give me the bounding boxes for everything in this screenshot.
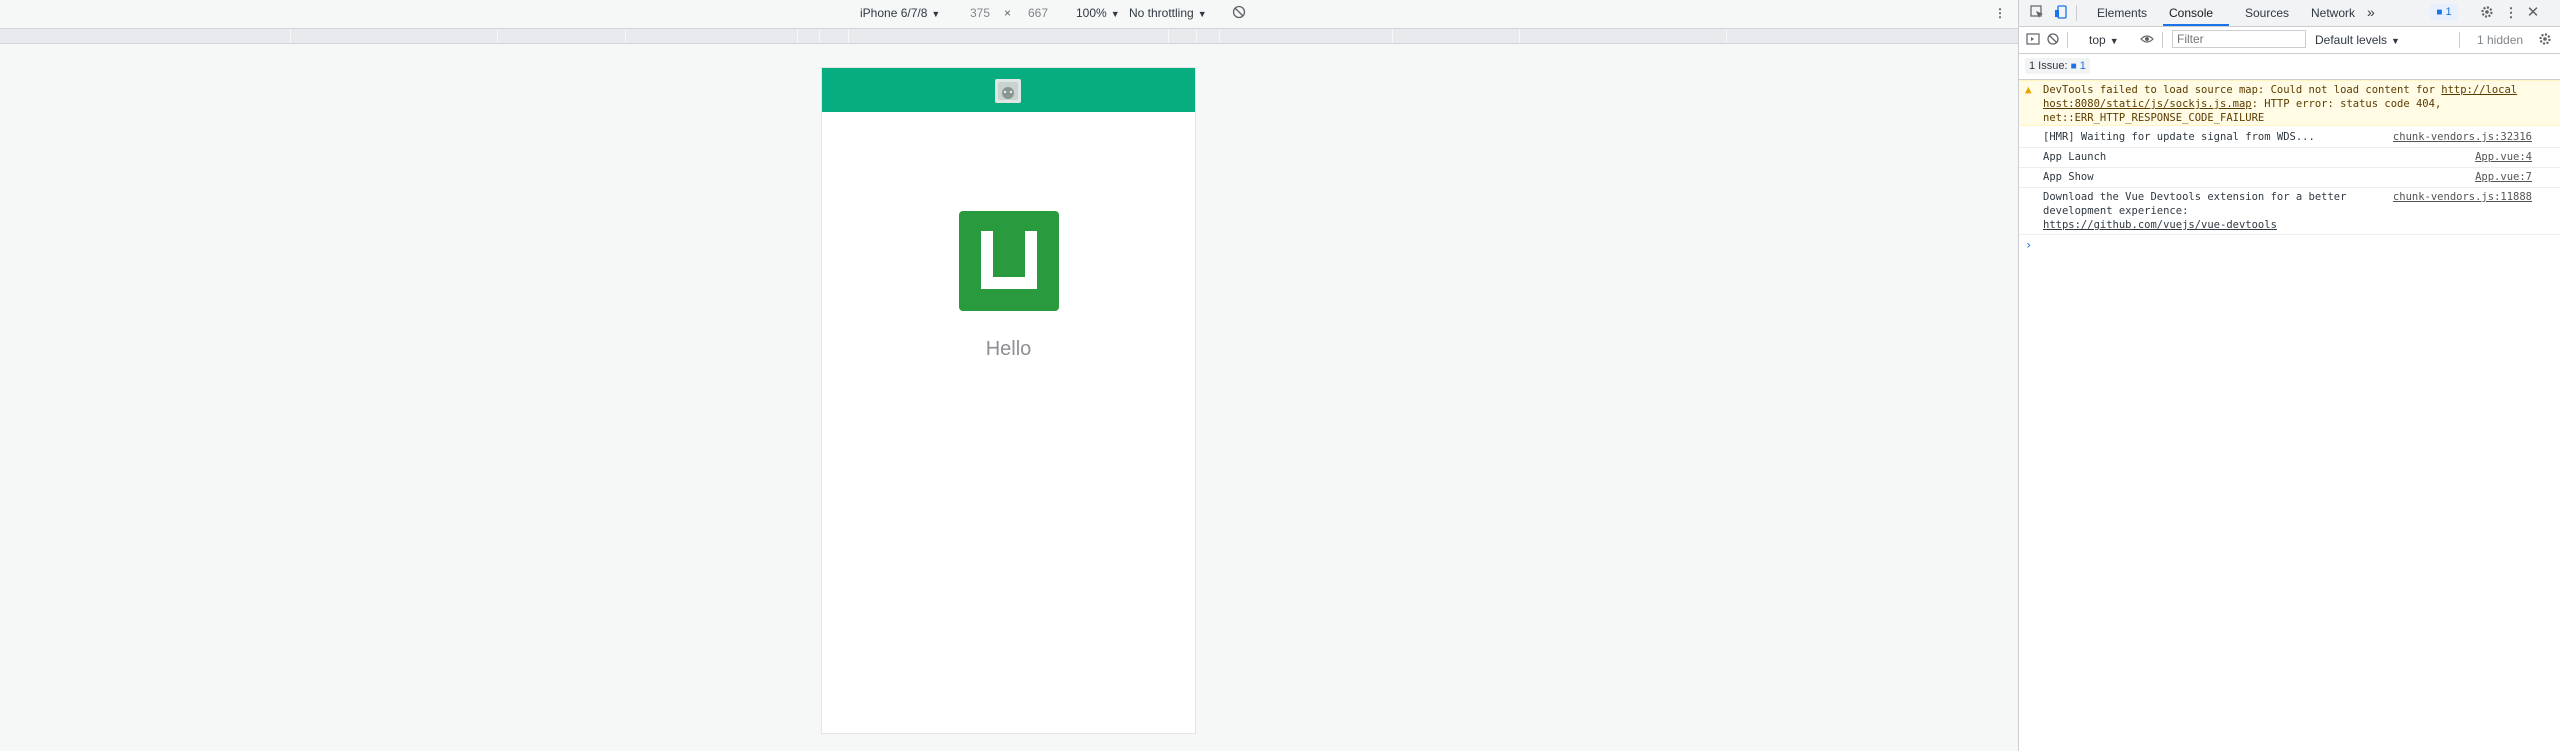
issues-badge-count: 1 [2445,6,2452,18]
context-select[interactable]: top ▼ [2089,33,2119,47]
log-source-link[interactable]: App.vue:7 [2475,170,2532,184]
log-text: Download the Vue Devtools extension for … [2043,190,2373,232]
settings-gear-icon[interactable] [2479,5,2495,21]
console-toolbar: top▼ Default levels▼ 1 hidden [2019,27,2560,54]
console-prompt[interactable]: › [2025,238,2032,252]
customize-more-icon[interactable]: ⋮ [2503,5,2519,21]
tab-elements[interactable]: Elements [2097,6,2147,20]
throttling-select[interactable]: No throttling ▼ [1129,6,1207,20]
chevron-down-icon: ▼ [1197,9,1207,19]
zoom-label: 100% [1076,6,1107,20]
chevron-down-icon: ▼ [2109,36,2119,46]
toolbar-more-icon[interactable]: ⋮ [1994,6,2006,20]
vue-devtools-link[interactable]: https://github.com/vuejs/vue-devtools [2043,219,2277,231]
clear-console-icon[interactable] [2045,32,2061,48]
console-log-message: App Show App.vue:7 [2019,168,2560,188]
warning-line-2: : HTTP error: status code 404, [2251,98,2442,110]
issues-link-label: 1 Issue: [2029,60,2068,72]
live-expression-eye-icon[interactable] [2139,32,2155,48]
active-tab-indicator [2163,24,2229,26]
warning-icon: ▲ [2025,83,2032,96]
warning-text: DevTools failed to load source map: Coul… [2043,83,2541,125]
source-map-link[interactable]: http://local [2441,84,2517,96]
chevron-down-icon: ▼ [1110,9,1120,19]
hello-text: Hello [985,338,1032,360]
devtools-tab-bar: Elements Console Sources Network » ■ 1 ⋮… [2019,0,2560,27]
log-levels-label: Default levels [2315,33,2388,47]
warning-line-1: DevTools failed to load source map: Coul… [2043,84,2442,96]
message-icon: ■ [2070,61,2077,72]
app-nav-bar [822,68,1195,112]
throttling-label: No throttling [1129,6,1194,20]
log-text: App Show [2043,171,2094,183]
log-levels-select[interactable]: Default levels ▼ [2315,33,2400,47]
rotate-icon[interactable] [1232,5,1246,22]
context-select-label: top [2089,33,2106,47]
tab-sources[interactable]: Sources [2245,6,2289,20]
inspect-element-icon[interactable] [2029,5,2045,21]
hidden-count: 1 hidden [2477,33,2524,47]
log-source-link[interactable]: App.vue:4 [2475,150,2532,164]
tab-network[interactable]: Network [2311,6,2355,20]
console-log-message: Download the Vue Devtools extension for … [2019,188,2560,235]
chevron-down-icon: ▼ [931,9,941,19]
log-source-link[interactable]: chunk-vendors.js:11888 [2393,190,2532,204]
close-devtools-icon[interactable]: ✕ [2525,5,2541,21]
device-toolbar-toggle-icon[interactable] [2053,5,2069,21]
device-select-label: iPhone 6/7/8 [860,6,928,20]
issues-bar: 1 Issue: ■ 1 [2019,54,2560,80]
height-input[interactable]: 667 [1014,4,1062,23]
dimension-separator: × [1004,6,1012,20]
log-source-link[interactable]: chunk-vendors.js:32316 [2393,130,2532,144]
phone-viewport: Hello [821,67,1196,734]
log-text: App Launch [2043,151,2107,163]
console-settings-gear-icon[interactable] [2537,32,2553,48]
device-toolbar: iPhone 6/7/8 ▼ 375 × 667 100% ▼ No throttl… [0,0,2018,27]
app-logo-icon [959,211,1059,311]
log-text: [HMR] Waiting for update signal from WDS… [2043,131,2315,143]
chevron-down-icon: ▼ [2391,36,2400,46]
width-input[interactable]: 375 [956,4,1004,23]
sidebar-toggle-icon[interactable] [2025,32,2041,48]
issues-link[interactable]: 1 Issue: ■ 1 [2025,58,2090,74]
issues-badge[interactable]: ■ 1 [2430,4,2458,20]
warning-line-3: net::ERR_HTTP_RESPONSE_CODE_FAILURE [2043,112,2265,124]
zoom-select[interactable]: 100% ▼ [1076,6,1120,20]
more-tabs-icon[interactable]: » [2367,4,2375,20]
message-icon: ■ [2436,7,2443,18]
console-warning-message: ▲ DevTools failed to load source map: Co… [2019,80,2560,126]
vue-devtools-text: Download the Vue Devtools extension for … [2043,191,2347,217]
device-select[interactable]: iPhone 6/7/8 ▼ [860,6,940,20]
nav-logo-icon [995,79,1021,103]
devtools-panel: Elements Console Sources Network » ■ 1 ⋮… [2018,0,2560,751]
source-map-link-cont[interactable]: host:8080/static/js/sockjs.js.map [2043,98,2252,110]
console-log-message: [HMR] Waiting for update signal from WDS… [2019,128,2560,148]
console-log-message: App Launch App.vue:4 [2019,148,2560,168]
issues-link-count: 1 [2079,60,2086,72]
console-filter-input[interactable] [2172,30,2306,48]
tab-console[interactable]: Console [2169,6,2213,20]
media-query-bar[interactable] [0,28,2018,44]
